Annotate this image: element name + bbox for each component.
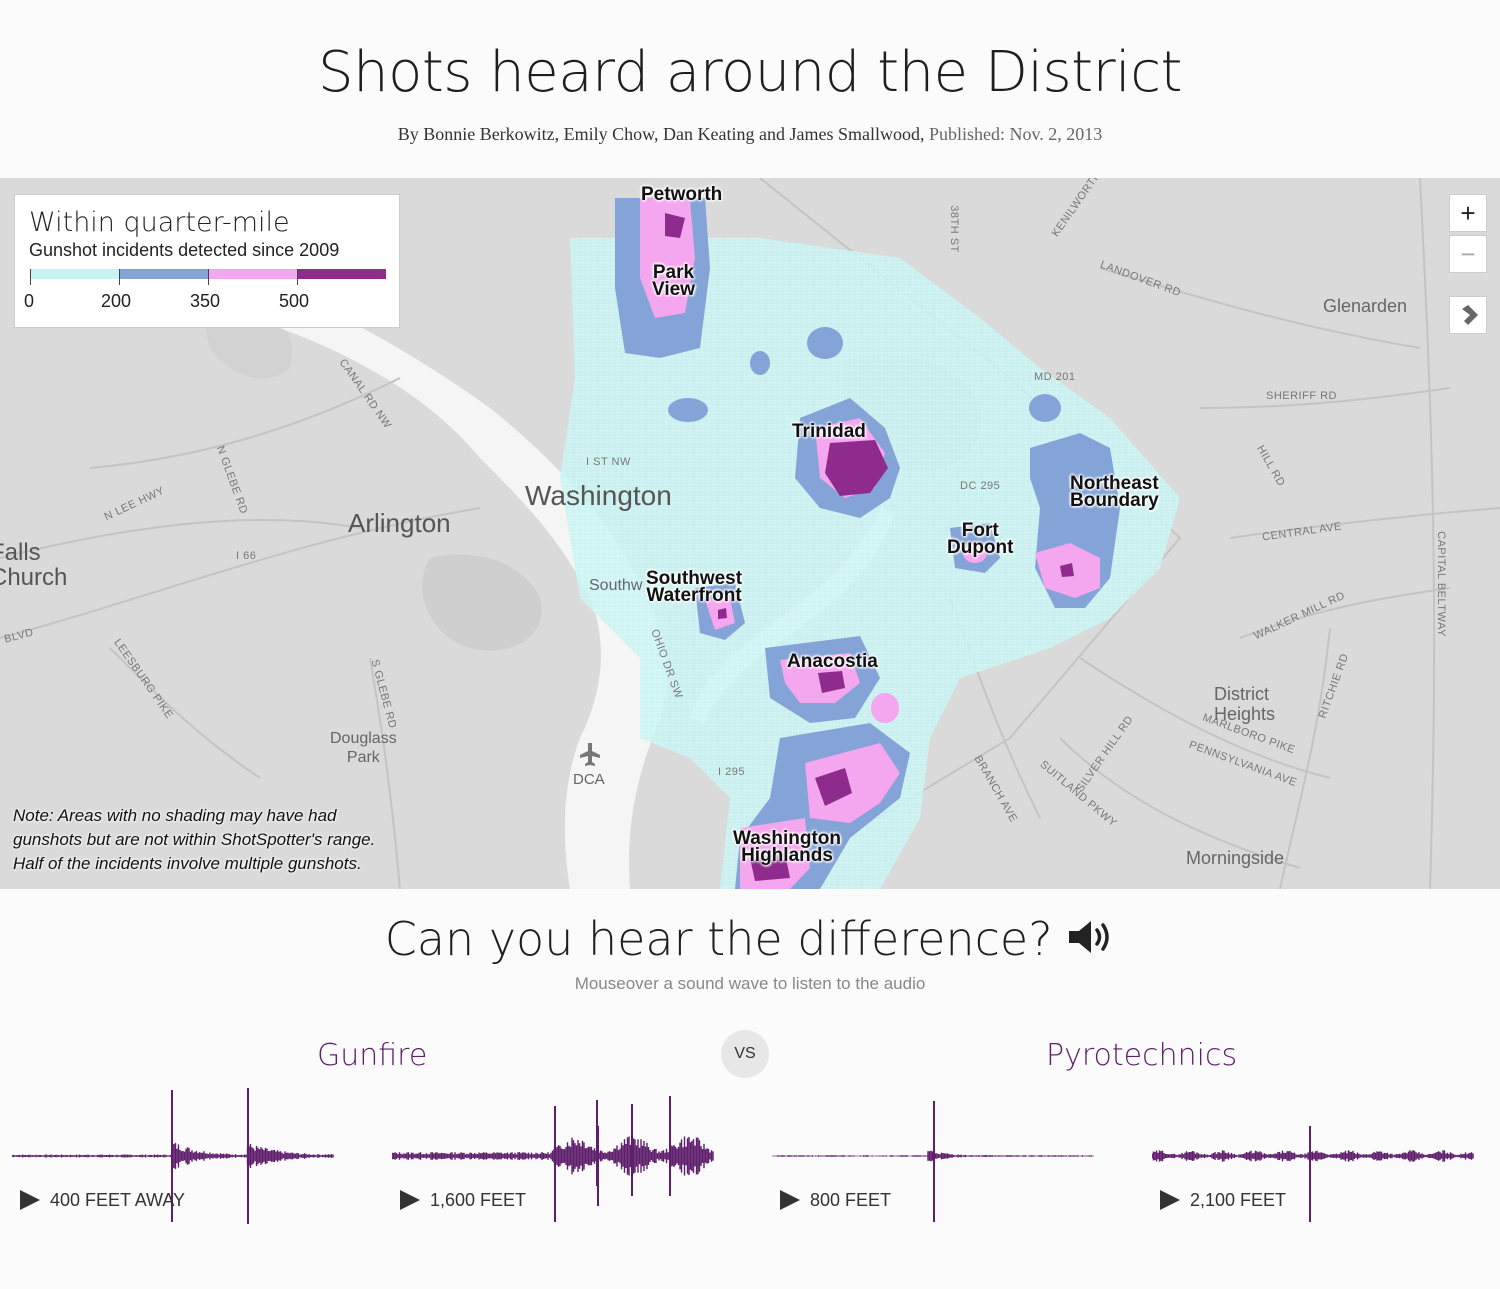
neighborhood-southwest-waterfront: Southwest Waterfront (646, 568, 743, 606)
audio-clip-gunfire-1600ft[interactable]: 1,600 FEET (392, 1084, 714, 1229)
map-legend: Within quarter-mile Gunshot incidents de… (14, 194, 400, 328)
play-icon[interactable] (780, 1190, 800, 1210)
neighborhood-park-view: Park View (652, 262, 695, 300)
place-dca: DCA (573, 771, 605, 788)
neighborhood-northeast-boundary: Northeast Boundary (1070, 473, 1159, 511)
clip-label[interactable]: 2,100 FEET (1160, 1190, 1286, 1211)
legend-band-350-500 (208, 269, 297, 279)
play-icon[interactable] (400, 1190, 420, 1210)
play-icon[interactable] (20, 1190, 40, 1210)
legend-tick (119, 269, 120, 285)
place-falls-church: Falls Church (0, 539, 68, 591)
clip-label-text: 800 FEET (810, 1190, 892, 1210)
legend-tick-label: 0 (24, 291, 35, 311)
group-gunfire-label: Gunfire (317, 1038, 428, 1073)
page-title: Shots heard around the District (318, 40, 1182, 105)
place-glenarden: Glenarden (1323, 296, 1408, 316)
neighborhood-anacostia: Anacostia (787, 651, 878, 672)
neighborhood-petworth: Petworth (641, 184, 723, 205)
legend-tick-label: 200 (101, 291, 132, 311)
locate-button[interactable] (1449, 296, 1487, 334)
byline-authors: By Bonnie Berkowitz, Emily Chow, Dan Kea… (397, 124, 925, 144)
road-label: CAPITAL BELTWAY (1434, 531, 1447, 637)
clip-label[interactable]: 1,600 FEET (400, 1190, 526, 1211)
gunshot-map[interactable]: Within quarter-mile Gunshot incidents de… (0, 178, 1500, 889)
map-note: Note: Areas with no shading may have had… (13, 806, 376, 873)
play-icon[interactable] (1160, 1190, 1180, 1210)
zoom-out-button[interactable]: − (1449, 235, 1487, 273)
waveform-trace (772, 1150, 1094, 1162)
legend-tick (208, 269, 209, 285)
clip-label[interactable]: 800 FEET (780, 1190, 891, 1211)
neighborhood-fort-dupont: Fort Dupont (947, 520, 1014, 558)
place-washington: Washington (525, 480, 672, 511)
audio-clip-pyrotechnics-2100ft[interactable]: 2,100 FEET (1152, 1084, 1474, 1229)
waveform-trace (392, 1134, 714, 1178)
road-label: MD 201 (1034, 371, 1076, 383)
clip-label-text: 2,100 FEET (1190, 1190, 1287, 1210)
legend-tick (30, 269, 31, 285)
legend-tick (297, 269, 298, 285)
legend-band-0-200 (30, 269, 119, 279)
place-douglass-park: Douglass Park (330, 730, 397, 766)
group-pyrotechnics-label: Pyrotechnics (1046, 1038, 1238, 1073)
road-label: DC 295 (960, 480, 1001, 492)
legend-tick-label: 500 (279, 291, 310, 311)
vs-badge: VS (721, 1030, 769, 1078)
neighborhood-trinidad: Trinidad (792, 421, 866, 442)
legend-band-500-plus (297, 269, 386, 279)
road-label: SHERIFF RD (1266, 390, 1337, 402)
road-label: 38TH ST (947, 205, 960, 253)
road-label: I 66 (236, 550, 257, 562)
audio-section-title: Can you hear the difference? (0, 912, 1500, 966)
clip-label-text: 1,600 FEET (430, 1190, 527, 1210)
legend-tick-label: 350 (190, 291, 221, 311)
audio-title-text: Can you hear the difference? (384, 912, 1053, 966)
place-morningside: Morningside (1186, 848, 1285, 868)
byline: By Bonnie Berkowitz, Emily Chow, Dan Kea… (0, 124, 1500, 145)
published-date: Published: Nov. 2, 2013 (928, 124, 1103, 144)
legend-band-200-350 (119, 269, 208, 279)
clip-label[interactable]: 400 FEET AWAY (20, 1190, 185, 1211)
speaker-icon[interactable] (1067, 917, 1115, 957)
waveform-trace (1152, 1150, 1474, 1162)
clip-label-text: 400 FEET AWAY (50, 1190, 186, 1210)
legend-title: Within quarter-mile (29, 207, 290, 238)
road-label: I ST NW (586, 456, 631, 468)
place-southw: Southw (589, 577, 643, 594)
audio-clip-pyrotechnics-800ft[interactable]: 800 FEET (772, 1084, 1094, 1229)
audio-clip-gunfire-400ft[interactable]: 400 FEET AWAY (12, 1084, 334, 1229)
legend-subtitle: Gunshot incidents detected since 2009 (29, 240, 340, 260)
locate-icon (1462, 305, 1478, 325)
audio-hint: Mouseover a sound wave to listen to the … (574, 974, 926, 993)
neighborhood-washington-highlands: Washington Highlands (733, 828, 841, 866)
road-label: I 295 (718, 766, 745, 778)
zoom-in-button[interactable]: + (1449, 194, 1487, 232)
place-arlington: Arlington (348, 508, 451, 538)
